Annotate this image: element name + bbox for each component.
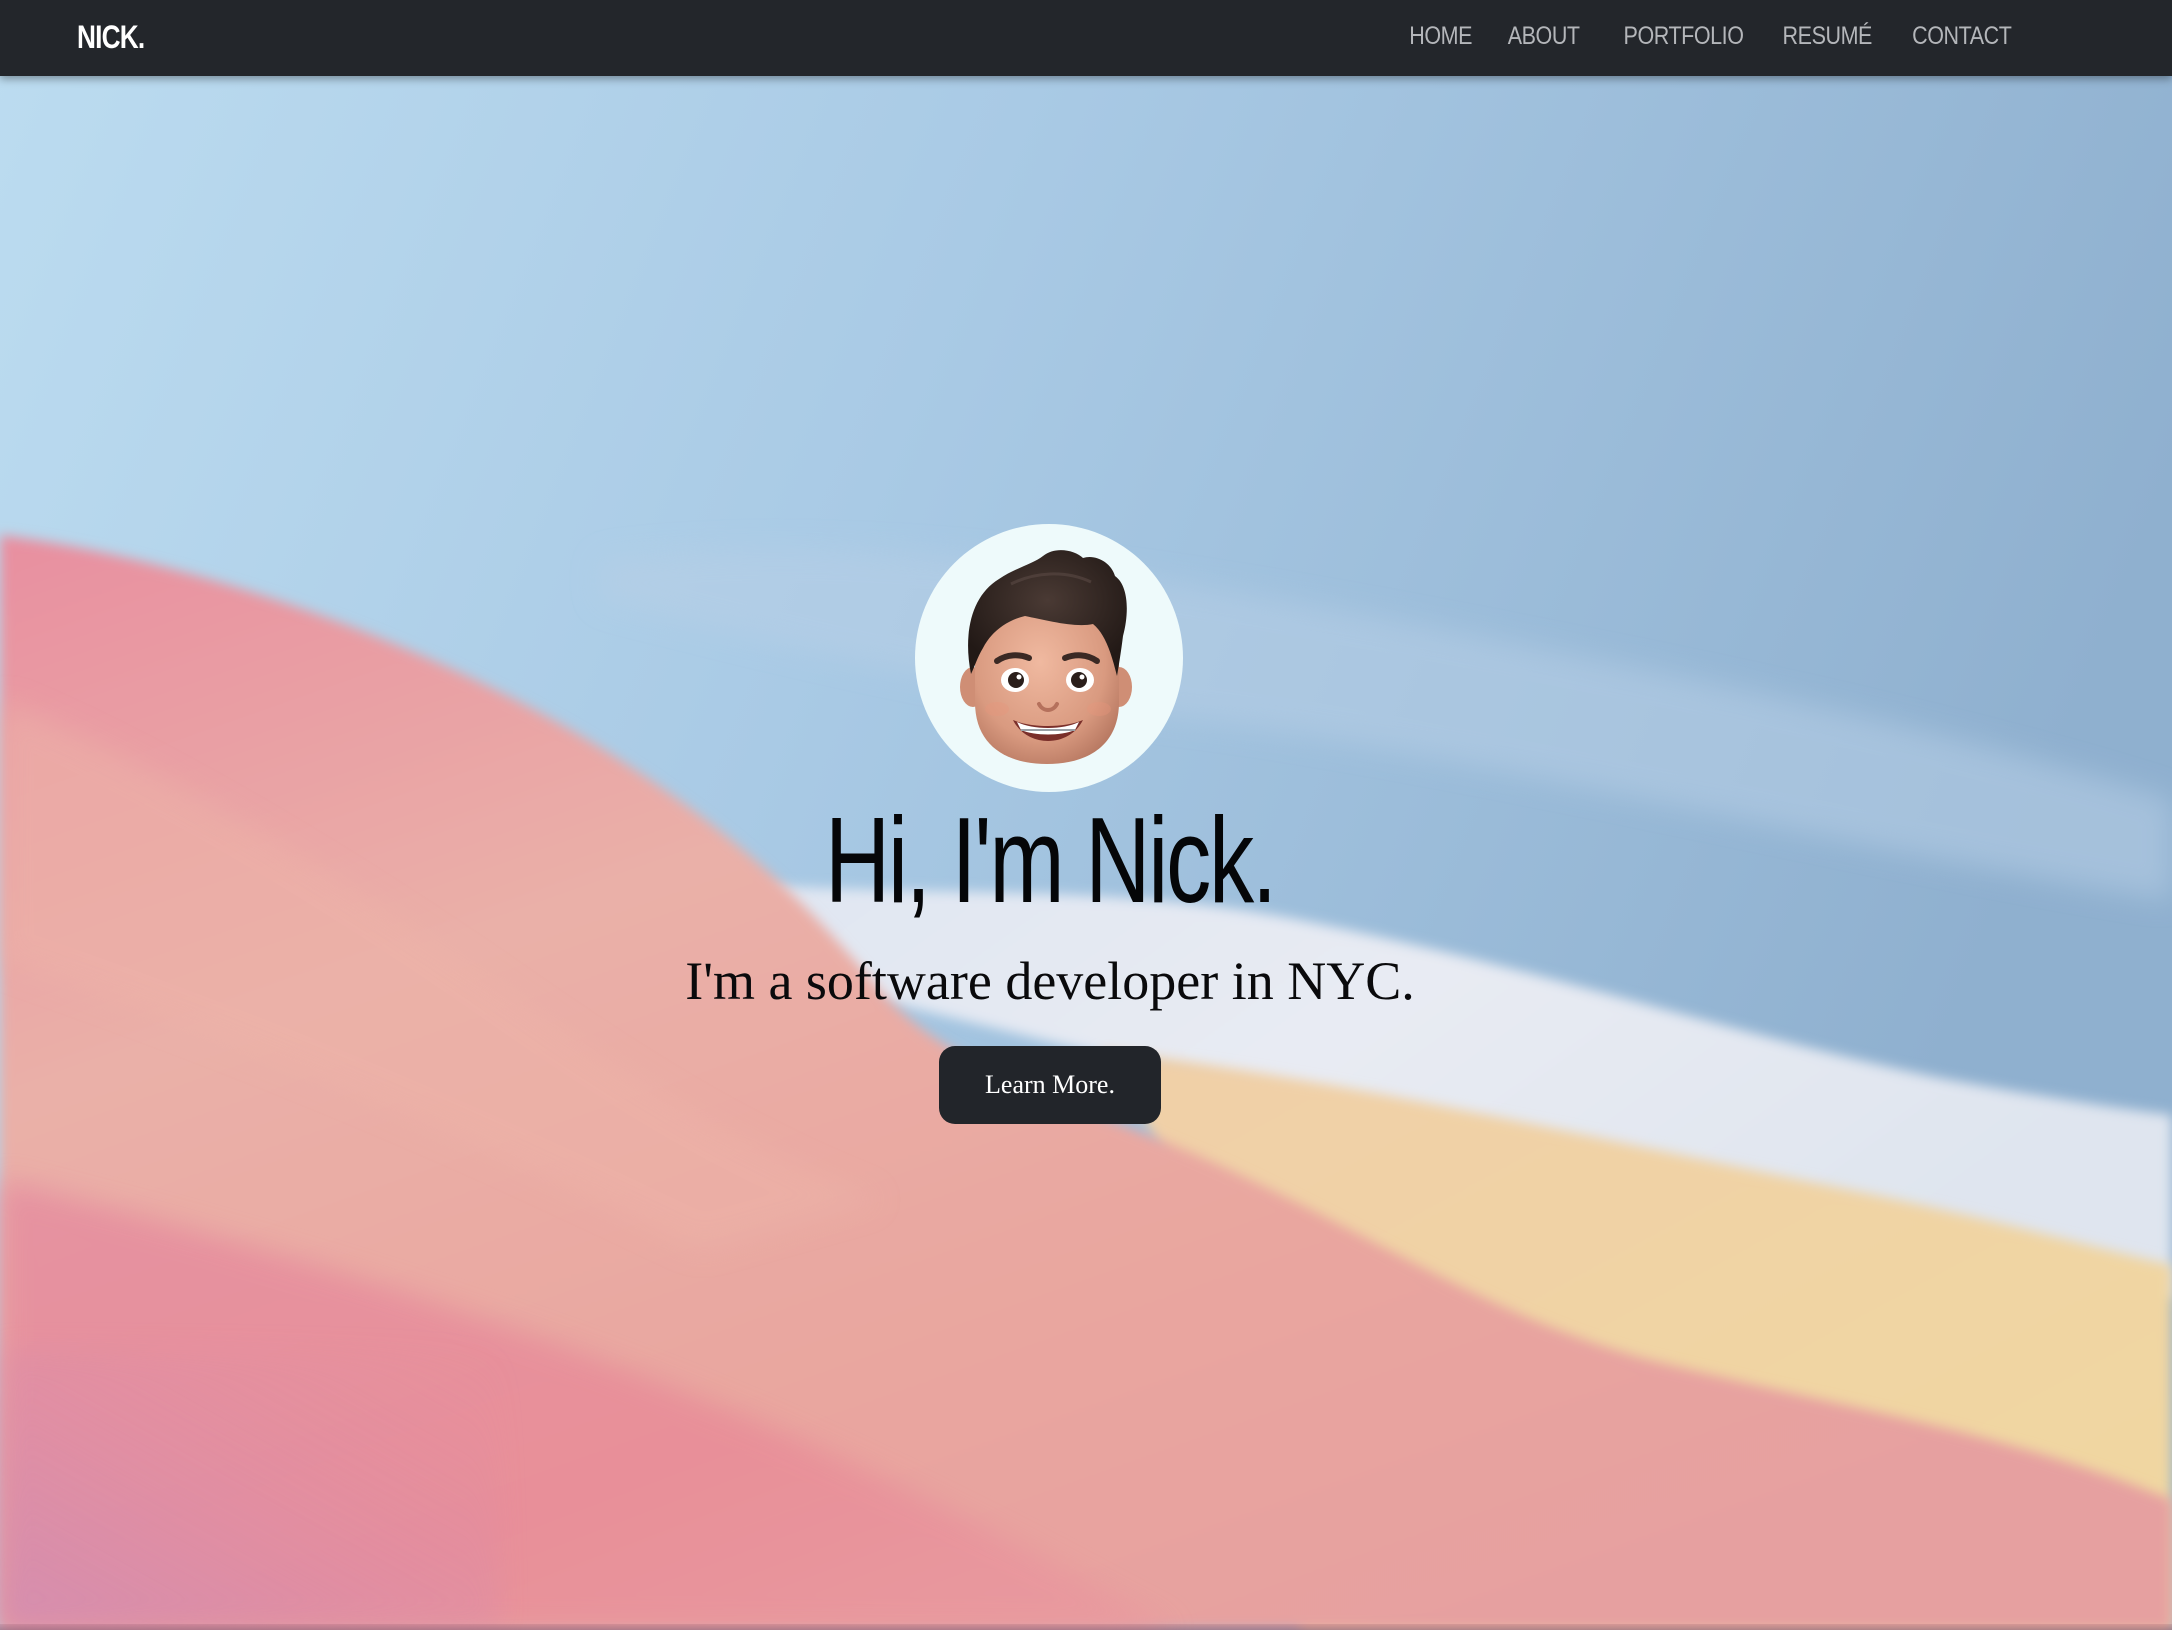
nav-link-contact[interactable]: CONTACT — [1912, 18, 2012, 54]
nav-link-home[interactable]: HOME — [1410, 18, 1473, 54]
bottom-edge-shadow — [0, 1624, 2172, 1630]
hero-subtitle: I'm a software developer in NYC. — [685, 951, 1415, 1011]
profile-avatar — [915, 524, 1183, 792]
learn-more-button[interactable]: Learn More. — [939, 1046, 1161, 1124]
page: NICK. HOME ABOUT PORTFOLIO RESUMÉ CONTAC… — [0, 0, 2172, 1630]
memoji-avatar-icon — [960, 550, 1132, 764]
nav-link-portfolio[interactable]: PORTFOLIO — [1624, 18, 1744, 54]
hero-title-text: Hi, I'm Nick. — [825, 792, 1277, 928]
nav-link-resume[interactable]: RESUMÉ — [1782, 18, 1872, 54]
top-navbar: NICK. HOME ABOUT PORTFOLIO RESUMÉ CONTAC… — [0, 0, 2172, 76]
nav-link-about[interactable]: ABOUT — [1508, 18, 1580, 54]
brand-logo-link[interactable]: NICK. — [77, 17, 145, 57]
nav-links: HOME ABOUT PORTFOLIO RESUMÉ CONTACT — [1375, 18, 2012, 54]
hero-title: Hi, I'm Nick. — [0, 790, 2100, 930]
